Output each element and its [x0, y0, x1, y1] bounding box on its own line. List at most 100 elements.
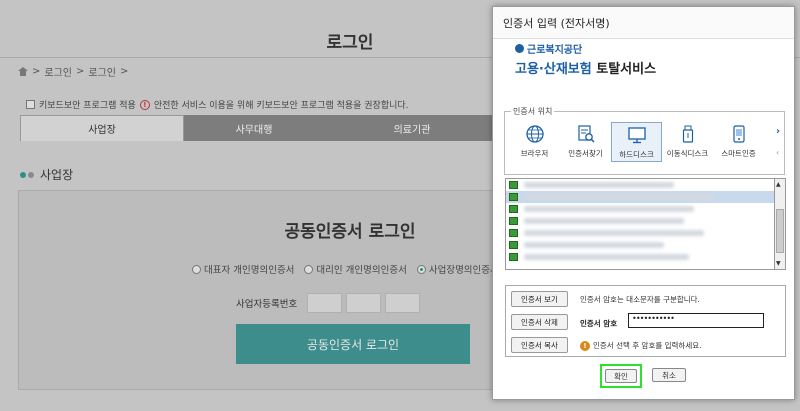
- blurred-cert-info: [524, 218, 684, 224]
- blurred-cert-info: [524, 254, 689, 260]
- globe-icon: [525, 125, 544, 143]
- business-number-input-2[interactable]: [346, 293, 382, 313]
- cert-location-list: 브라우저 인증서찾기 하드디스크 이동식디스크 스마트인증: [509, 122, 764, 162]
- cert-location-legend: 인증서 위치: [511, 106, 555, 117]
- location-label: 하드디스크: [619, 150, 654, 159]
- login-card-title: 공동인증서 로그인: [284, 222, 416, 242]
- location-label: 이동식디스크: [666, 149, 709, 158]
- cert-icon: [509, 217, 518, 225]
- location-smart-auth[interactable]: 스마트인증: [713, 122, 764, 162]
- warning-icon: !: [139, 99, 150, 110]
- location-hard-disk[interactable]: 하드디스크: [611, 122, 662, 162]
- scroll-up-icon[interactable]: ▲: [776, 181, 781, 188]
- location-find-cert[interactable]: 인증서찾기: [560, 122, 611, 162]
- cert-list[interactable]: [505, 178, 775, 270]
- cert-type-radios: 대표자 개인명의인증서 대리인 개인명의인증서 사업장명의인증서: [192, 262, 492, 276]
- brand-part1: 고용·산재보험: [515, 62, 592, 77]
- comwel-logo-icon: [515, 44, 524, 53]
- cert-list-item[interactable]: [506, 227, 774, 239]
- breadcrumb-item[interactable]: 로그인: [44, 64, 72, 79]
- radio-agent[interactable]: 대리인 개인명의인증서: [304, 262, 407, 276]
- radio-label: 사업장명의인증서: [428, 265, 492, 276]
- home-icon[interactable]: [18, 67, 28, 76]
- chevron-left-icon[interactable]: ‹: [776, 148, 779, 157]
- cert-list-item[interactable]: [506, 191, 774, 203]
- blurred-cert-info: [524, 194, 714, 200]
- find-cert-icon: [577, 125, 595, 143]
- smartphone-icon: [732, 125, 745, 143]
- ok-button[interactable]: 확인: [605, 369, 637, 383]
- radio-label: 대표자 개인명의인증서: [204, 265, 295, 276]
- cert-icon: [509, 181, 518, 189]
- scroll-down-icon[interactable]: ▼: [776, 260, 781, 267]
- cert-icon: [509, 241, 518, 249]
- breadcrumb-item[interactable]: 로그인: [88, 64, 116, 79]
- password-hint: ! 인증서 선택 후 암호를 입력하세요.: [580, 340, 702, 351]
- radio-business[interactable]: 사업장명의인증서: [416, 262, 492, 276]
- location-removable-disk[interactable]: 이동식디스크: [662, 122, 713, 162]
- location-browser[interactable]: 브라우저: [509, 122, 560, 162]
- cert-icon: [509, 253, 518, 261]
- ok-button-highlight: 확인: [600, 364, 642, 388]
- cert-password-input[interactable]: •••••••••••: [628, 313, 764, 328]
- cert-list-item[interactable]: [506, 215, 774, 227]
- password-hint-text: 인증서 선택 후 암호를 입력하세요.: [593, 341, 702, 350]
- radio-circle-selected-icon: [416, 264, 426, 274]
- business-number-fields: [307, 293, 421, 313]
- warning-icon: !: [580, 340, 590, 351]
- business-number-input-1[interactable]: [307, 293, 343, 313]
- tab-agency[interactable]: 사무대행: [184, 115, 324, 141]
- breadcrumb: > 로그인 > 로그인 >: [18, 64, 128, 79]
- delete-cert-button[interactable]: 인증서 삭제: [511, 314, 568, 330]
- cert-input-dialog: 인증서 입력 (전자서명) 근로복지공단 고용·산재보험 토탈서비스 인증서 위…: [492, 6, 795, 400]
- cert-icon: [509, 229, 518, 237]
- cert-list-scrollbar[interactable]: ▲ ▼: [775, 178, 786, 270]
- view-cert-button[interactable]: 인증서 보기: [511, 291, 568, 307]
- cert-list-item[interactable]: [506, 203, 774, 215]
- blurred-cert-info: [524, 182, 674, 188]
- business-number-row: 사업자등록번호: [236, 293, 421, 313]
- case-sensitive-notice: 인증서 암호는 대소문자를 구분합니다.: [580, 295, 700, 304]
- monitor-icon: [627, 127, 646, 144]
- keyboard-security-checkbox[interactable]: [26, 100, 35, 109]
- cert-icon: [509, 205, 518, 213]
- tab-medical[interactable]: 의료기관: [324, 115, 500, 141]
- brand-org-name: 근로복지공단: [527, 45, 583, 56]
- chevron-right-icon[interactable]: ›: [776, 126, 780, 137]
- tab-business[interactable]: 사업장: [20, 115, 184, 141]
- cancel-button[interactable]: 취소: [652, 368, 686, 382]
- keyboard-security-warning: 안전한 서비스 이용을 위해 키보드보안 프로그램 적용을 권장합니다.: [153, 101, 409, 111]
- radio-representative[interactable]: 대표자 개인명의인증서: [192, 262, 294, 276]
- cert-login-button[interactable]: 공동인증서 로그인: [236, 324, 470, 364]
- copy-cert-button[interactable]: 인증서 복사: [511, 337, 568, 353]
- cert-list-item[interactable]: [506, 251, 774, 263]
- cert-location-group: 인증서 위치 브라우저 인증서찾기 하드디스크 이동식디스크 스마트인증 › ‹: [504, 106, 785, 175]
- breadcrumb-sep: >: [76, 66, 85, 77]
- brand-service-name: 고용·산재보험 토탈서비스: [515, 58, 656, 77]
- breadcrumb-sep: >: [120, 66, 129, 77]
- brand-part2: 토탈서비스: [596, 62, 657, 77]
- business-number-label: 사업자등록번호: [236, 299, 298, 310]
- keyboard-security-label: 키보드보안 프로그램 적용: [39, 101, 136, 111]
- section-heading: 사업장: [20, 166, 73, 183]
- location-label: 브라우저: [520, 149, 549, 158]
- business-number-input-3[interactable]: [385, 293, 421, 313]
- radio-circle-icon: [192, 264, 201, 274]
- cert-action-panel: 인증서 보기 인증서 삭제 인증서 복사 인증서 암호는 대소문자를 구분합니다…: [505, 285, 786, 357]
- section-title: 사업장: [40, 168, 74, 182]
- breadcrumb-sep: >: [32, 66, 41, 77]
- password-label: 인증서 암호: [580, 319, 618, 328]
- login-type-tabs: 사업장 사무대행 의료기관: [20, 115, 500, 141]
- brand-top: 근로복지공단: [515, 41, 656, 56]
- cert-icon: [509, 193, 518, 201]
- cert-list-item[interactable]: [506, 239, 774, 251]
- section-dots-icon: [20, 171, 34, 178]
- location-label: 인증서찾기: [568, 149, 603, 158]
- blurred-cert-info: [524, 230, 704, 236]
- scroll-thumb[interactable]: [776, 209, 784, 253]
- blurred-cert-info: [524, 206, 694, 212]
- usb-icon: [682, 125, 693, 143]
- cert-list-item[interactable]: [506, 179, 774, 191]
- brand-logo: 근로복지공단 고용·산재보험 토탈서비스: [515, 35, 656, 77]
- radio-circle-icon: [304, 264, 314, 274]
